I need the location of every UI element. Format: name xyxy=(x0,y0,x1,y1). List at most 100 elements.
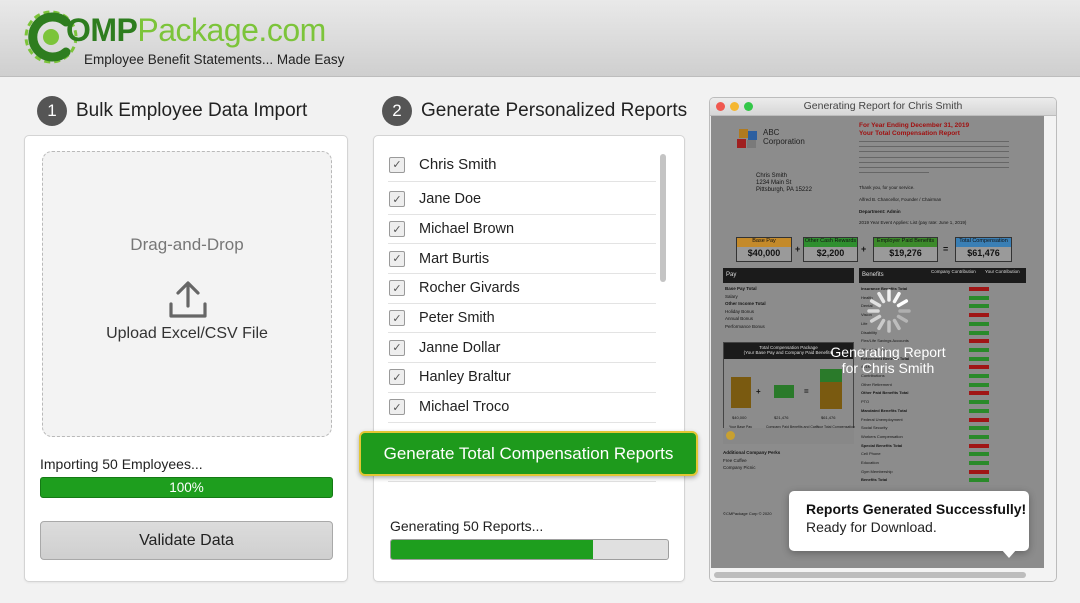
company-contribution-header: Company Contribution xyxy=(931,269,976,274)
benefit-row-label: Education xyxy=(861,460,879,465)
benefit-row-label: Cell Phone xyxy=(861,451,881,457)
dropzone-label: Drag-and-Drop xyxy=(130,235,244,254)
intro-text-line xyxy=(859,161,1009,163)
benefit-row-bar xyxy=(969,400,989,405)
package-bar-base-pay xyxy=(731,377,751,408)
logo-p: P xyxy=(137,12,159,48)
employee-checkbox[interactable]: ✓ xyxy=(389,369,405,386)
file-dropzone[interactable]: Drag-and-Drop Upload Excel/CSV File xyxy=(42,151,332,437)
employee-checkbox[interactable]: ✓ xyxy=(389,280,405,297)
step-2-title: Generate Personalized Reports xyxy=(421,100,688,121)
import-progress-bar: 100% xyxy=(40,477,333,498)
employee-checkbox[interactable]: ✓ xyxy=(389,310,405,327)
report-vertical-scrollbar[interactable] xyxy=(1044,116,1056,568)
summary-box-base-pay-value: $40,000 xyxy=(747,248,781,258)
spinner-spoke xyxy=(892,318,901,331)
package-value-1: $40,000 xyxy=(732,415,747,420)
employee-row[interactable]: ✓ Jane Doe xyxy=(388,185,656,215)
benefit-row-bar xyxy=(969,452,989,457)
benefit-row-label: PTO xyxy=(861,399,870,405)
summary-box-total-value: $61,476 xyxy=(967,248,1000,258)
summary-box-total: Total Compensation $61,476 xyxy=(955,237,1012,262)
benefit-row-bar xyxy=(969,330,989,335)
benefit-row-label: Flex/Life Savings Accounts xyxy=(861,338,909,344)
employee-row[interactable]: ✓ Rocher Givards xyxy=(388,274,656,304)
employee-name: Michael Troco xyxy=(419,399,510,416)
benefit-row-label: Other Paid Benefits Total xyxy=(861,390,909,396)
window-title: Generating Report for Chris Smith xyxy=(803,100,963,112)
employee-row[interactable]: ✓ Hanley Braltur xyxy=(388,363,656,393)
employee-row[interactable]: ✓ Janne Dollar xyxy=(388,333,656,364)
summary-box-base-pay: Base Pay $40,000 xyxy=(736,237,792,262)
thanks-line: Thank you, for your service. xyxy=(859,185,915,190)
employee-list-scrollbar[interactable] xyxy=(660,154,666,282)
validate-data-button[interactable]: Validate Data xyxy=(40,521,333,560)
employee-row[interactable]: ✓ Chris Smith xyxy=(388,148,656,182)
benefit-row-label: Special Benefits Total xyxy=(861,442,903,448)
employee-checkbox[interactable]: ✓ xyxy=(389,156,405,173)
spinner-spoke xyxy=(896,299,909,308)
report-horizontal-scrollbar[interactable] xyxy=(710,568,1056,581)
package-value-3: $61,476 xyxy=(821,415,836,420)
equals-sign: = xyxy=(943,244,949,254)
employee-name: Janne Dollar xyxy=(419,339,501,356)
benefit-row-bar xyxy=(969,426,989,431)
success-toast: Reports Generated Successfully! Ready fo… xyxy=(789,491,1029,558)
benefit-row-bar xyxy=(969,461,989,465)
benefit-row-label: Gym Membership xyxy=(861,468,893,474)
pay-row-label: Salary xyxy=(725,293,738,299)
summary-box-other-cash-value: $2,200 xyxy=(816,248,845,258)
pay-row-label: Base Pay Total xyxy=(725,286,757,291)
hire-note-line: 2019 Year Event Applies: List (pay rate:… xyxy=(859,220,967,225)
spinner-spoke xyxy=(877,318,886,331)
employee-name: Mart Burtis xyxy=(419,250,490,267)
employee-name: Chris Smith xyxy=(419,156,497,173)
employee-row[interactable]: ✓ Mart Burtis xyxy=(388,244,656,275)
perks-title: Additional Company Perks xyxy=(723,450,781,455)
benefit-row-bar xyxy=(969,469,989,474)
summary-box-benefits-value: $19,276 xyxy=(889,248,922,258)
benefit-row-bar xyxy=(969,287,989,291)
plus-sign-2: + xyxy=(861,244,867,254)
generate-reports-button[interactable]: Generate Total Compensation Reports xyxy=(359,431,698,476)
toast-subtitle: Ready for Download. xyxy=(806,519,937,535)
report-footer: ©CMPackage Corp © 2020 xyxy=(723,511,772,516)
package-plus: + xyxy=(756,387,761,396)
generate-progress-bar xyxy=(390,539,669,560)
perk-2: Company Picnic xyxy=(723,465,756,470)
employee-checkbox[interactable]: ✓ xyxy=(389,339,405,356)
upload-icon xyxy=(169,281,207,318)
report-hscroll-thumb[interactable] xyxy=(714,572,1026,578)
spinner-spoke xyxy=(869,314,882,323)
step-2-number: 2 xyxy=(382,96,412,126)
benefit-row-label: Other Retirement xyxy=(861,381,892,387)
pay-row-label: Other Income Total xyxy=(725,301,766,306)
note-coin-icon xyxy=(726,431,735,440)
employee-checkbox[interactable]: ✓ xyxy=(389,221,405,238)
employee-checkbox[interactable]: ✓ xyxy=(389,191,405,208)
employee-row[interactable]: ✓ Michael Troco xyxy=(388,393,656,423)
upload-file-label[interactable]: Upload Excel/CSV File xyxy=(43,325,331,343)
employee-address-1: 1234 Main St xyxy=(756,180,792,186)
summary-box-total-label: Total Compensation xyxy=(956,238,1011,247)
benefits-header-label: Benefits xyxy=(862,272,884,278)
employee-row[interactable]: ✓ Michael Brown xyxy=(388,215,656,245)
benefit-row-bar xyxy=(969,295,989,300)
import-panel: Drag-and-Drop Upload Excel/CSV File Impo… xyxy=(24,135,348,582)
summary-box-base-pay-label: Base Pay xyxy=(737,238,791,247)
step-1-number: 1 xyxy=(37,96,67,126)
employee-checkbox[interactable]: ✓ xyxy=(389,250,405,267)
loading-spinner-icon xyxy=(867,289,911,333)
company-name-2: Corporation xyxy=(763,137,805,146)
spinner-spoke xyxy=(869,299,882,308)
window-titlebar: Generating Report for Chris Smith xyxy=(710,98,1056,116)
employee-checkbox[interactable]: ✓ xyxy=(389,399,405,416)
company-blocks-icon xyxy=(737,129,757,148)
employee-row[interactable]: ✓ Peter Smith xyxy=(388,304,656,334)
pay-row-label: Holiday Bonus xyxy=(725,308,755,314)
report-heading-year: For Year Ending December 31, 2019 xyxy=(859,122,970,129)
summary-box-benefits-label: Employer Paid Benefits xyxy=(874,238,937,247)
step-1-title: Bulk Employee Data Import xyxy=(76,100,308,121)
package-bar-benefits xyxy=(774,385,794,398)
benefit-row-label: Workers Compensation xyxy=(861,433,903,439)
